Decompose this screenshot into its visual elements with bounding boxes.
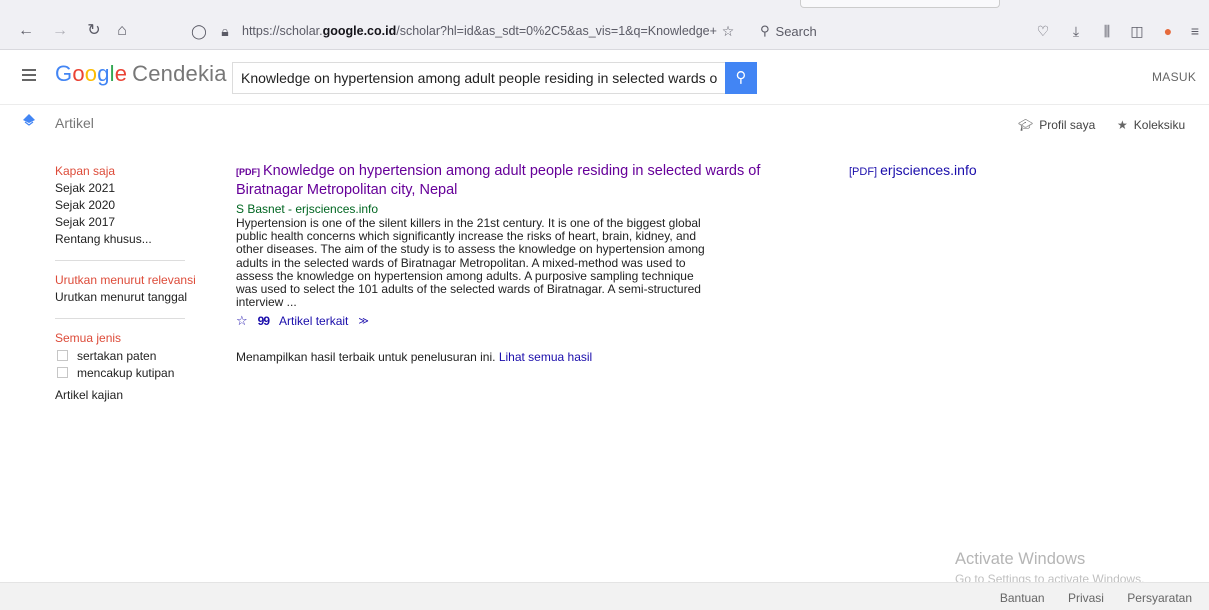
result-actions: ☆ 99 Artikel terkait ≫ bbox=[236, 313, 776, 329]
review-articles-link[interactable]: Artikel kajian bbox=[55, 387, 195, 404]
checkbox-label: sertakan paten bbox=[77, 348, 157, 363]
privacy-link[interactable]: Privasi bbox=[1068, 591, 1104, 605]
my-library-link[interactable]: ★ Koleksiku bbox=[1117, 118, 1185, 132]
side-pdf-link[interactable]: [PDF] erjsciences.info bbox=[849, 162, 977, 178]
bookmark-star-icon[interactable]: ☆ bbox=[718, 21, 738, 41]
pocket-icon[interactable]: ♡ bbox=[1033, 21, 1053, 41]
divider bbox=[55, 318, 185, 319]
browser-search-placeholder: Search bbox=[775, 23, 817, 39]
logo-letter: g bbox=[97, 61, 110, 86]
scholar-header: GoogleCendekia ⚲ MASUK bbox=[0, 51, 1209, 105]
url-domain: google.co.id bbox=[322, 24, 397, 38]
filter-custom-range[interactable]: Rentang khusus... bbox=[55, 231, 195, 248]
logo-letter: o bbox=[84, 61, 98, 86]
lock-icon[interactable]: 🔒︎ bbox=[216, 23, 234, 40]
download-icon[interactable]: ⤓ bbox=[1066, 21, 1086, 41]
back-arrow-icon[interactable]: ← bbox=[16, 21, 36, 41]
sort-by-date[interactable]: Urutkan menurut tanggal bbox=[55, 289, 195, 306]
result-author-source: S Basnet - erjsciences.info bbox=[236, 202, 379, 216]
subheader: Artikel 🎓︎ Profil saya ★ Koleksiku bbox=[0, 106, 1209, 144]
checkbox[interactable] bbox=[57, 350, 68, 361]
filter-any-time[interactable]: Kapan saja bbox=[55, 163, 195, 180]
result-title-link[interactable]: [PDF] Knowledge on hypertension among adu… bbox=[236, 162, 776, 199]
library-icon[interactable]: ⫼ bbox=[1097, 21, 1117, 41]
shield-icon[interactable]: ◯ bbox=[190, 23, 208, 40]
home-icon[interactable]: ⌂ bbox=[112, 21, 132, 41]
checkbox-label: mencakup kutipan bbox=[77, 365, 175, 380]
filter-sidebar: Kapan saja Sejak 2021 Sejak 2020 Sejak 2… bbox=[55, 163, 196, 404]
hamburger-menu-icon[interactable] bbox=[22, 69, 36, 84]
my-profile-label: Profil saya bbox=[1039, 118, 1096, 132]
search-result: [PDF] Knowledge on hypertension among adu… bbox=[236, 162, 776, 364]
url-text[interactable]: https://scholar.google.co.id/scholar?hl=… bbox=[242, 24, 717, 38]
search-icon: ⚲ bbox=[735, 69, 747, 86]
logo-letter: o bbox=[72, 61, 85, 86]
result-note: Menampilkan hasil terbaik untuk penelusu… bbox=[236, 350, 776, 364]
star-icon: ★ bbox=[1117, 118, 1128, 132]
divider bbox=[55, 260, 185, 261]
scholar-search-input[interactable] bbox=[232, 62, 725, 94]
search-button[interactable]: ⚲ bbox=[725, 62, 757, 94]
pdf-tag: [PDF] bbox=[849, 166, 878, 178]
result-title: Knowledge on hypertension among adult pe… bbox=[236, 163, 761, 198]
graduation-cap-icon: 🎓︎ bbox=[1018, 118, 1034, 132]
filter-since-2017[interactable]: Sejak 2017 bbox=[55, 214, 195, 231]
logo-letter: G bbox=[55, 61, 73, 86]
browser-toolbar: ← → ↻ ⌂ ◯ 🔒︎ https://scholar.google.co.i… bbox=[0, 0, 1209, 50]
include-citations-checkbox[interactable]: mencakup kutipan bbox=[55, 364, 195, 381]
section-title: Artikel bbox=[55, 115, 94, 131]
sign-in-link[interactable]: MASUK bbox=[1152, 70, 1196, 84]
search-icon: ⚲ bbox=[760, 23, 770, 38]
result-note-text: Menampilkan hasil terbaik untuk penelusu… bbox=[236, 350, 496, 365]
terms-link[interactable]: Persyaratan bbox=[1127, 591, 1192, 605]
url-path: /scholar?hl=id&as_sdt=0%2C5&as_vis=1&q=K… bbox=[396, 24, 717, 38]
footer: Bantuan Privasi Persyaratan bbox=[0, 582, 1209, 610]
browser-search-box[interactable]: ⚲ Search bbox=[752, 17, 964, 45]
sidebar-toggle-icon[interactable]: ◫ bbox=[1127, 21, 1147, 41]
filter-since-2020[interactable]: Sejak 2020 bbox=[55, 197, 195, 214]
account-avatar-icon[interactable]: ● bbox=[1158, 21, 1178, 41]
address-bar[interactable]: ◯ 🔒︎ https://scholar.google.co.id/schola… bbox=[190, 15, 740, 47]
sort-by-relevance[interactable]: Urutkan menurut relevansi bbox=[55, 272, 196, 289]
my-library-label: Koleksiku bbox=[1133, 118, 1186, 132]
tab-edge bbox=[800, 0, 1000, 8]
windows-activation-watermark: Activate Windows Go to Settings to activ… bbox=[955, 550, 1144, 586]
menu-icon[interactable]: ≡ bbox=[1185, 21, 1205, 41]
url-prefix: https://scholar. bbox=[242, 24, 323, 38]
filter-all-types[interactable]: Semua jenis bbox=[55, 330, 195, 347]
result-snippet: Hypertension is one of the silent killer… bbox=[236, 216, 705, 310]
include-patents-checkbox[interactable]: sertakan paten bbox=[55, 347, 195, 364]
cite-quote-icon[interactable]: 99 bbox=[258, 314, 270, 328]
reload-icon[interactable]: ↻ bbox=[84, 21, 104, 41]
logo-suffix: Cendekia bbox=[132, 61, 227, 86]
forward-arrow-icon[interactable]: → bbox=[50, 21, 70, 41]
related-articles-link[interactable]: Artikel terkait bbox=[279, 314, 348, 328]
more-options-icon[interactable]: ≫ bbox=[358, 316, 368, 327]
my-profile-link[interactable]: 🎓︎ Profil saya bbox=[1018, 118, 1095, 132]
help-link[interactable]: Bantuan bbox=[1000, 591, 1045, 605]
logo-letter: e bbox=[114, 61, 128, 86]
google-scholar-logo[interactable]: Google Cendekia bbox=[55, 61, 227, 87]
pdf-tag: [PDF] bbox=[236, 167, 260, 177]
checkbox[interactable] bbox=[57, 367, 68, 378]
save-star-icon[interactable]: ☆ bbox=[236, 313, 248, 329]
see-all-results-link[interactable]: Lihat semua hasil bbox=[499, 350, 592, 364]
pdf-source: erjsciences.info bbox=[880, 162, 977, 178]
watermark-title: Activate Windows bbox=[955, 550, 1086, 568]
filter-since-2021[interactable]: Sejak 2021 bbox=[55, 180, 195, 197]
articles-icon bbox=[23, 114, 35, 126]
